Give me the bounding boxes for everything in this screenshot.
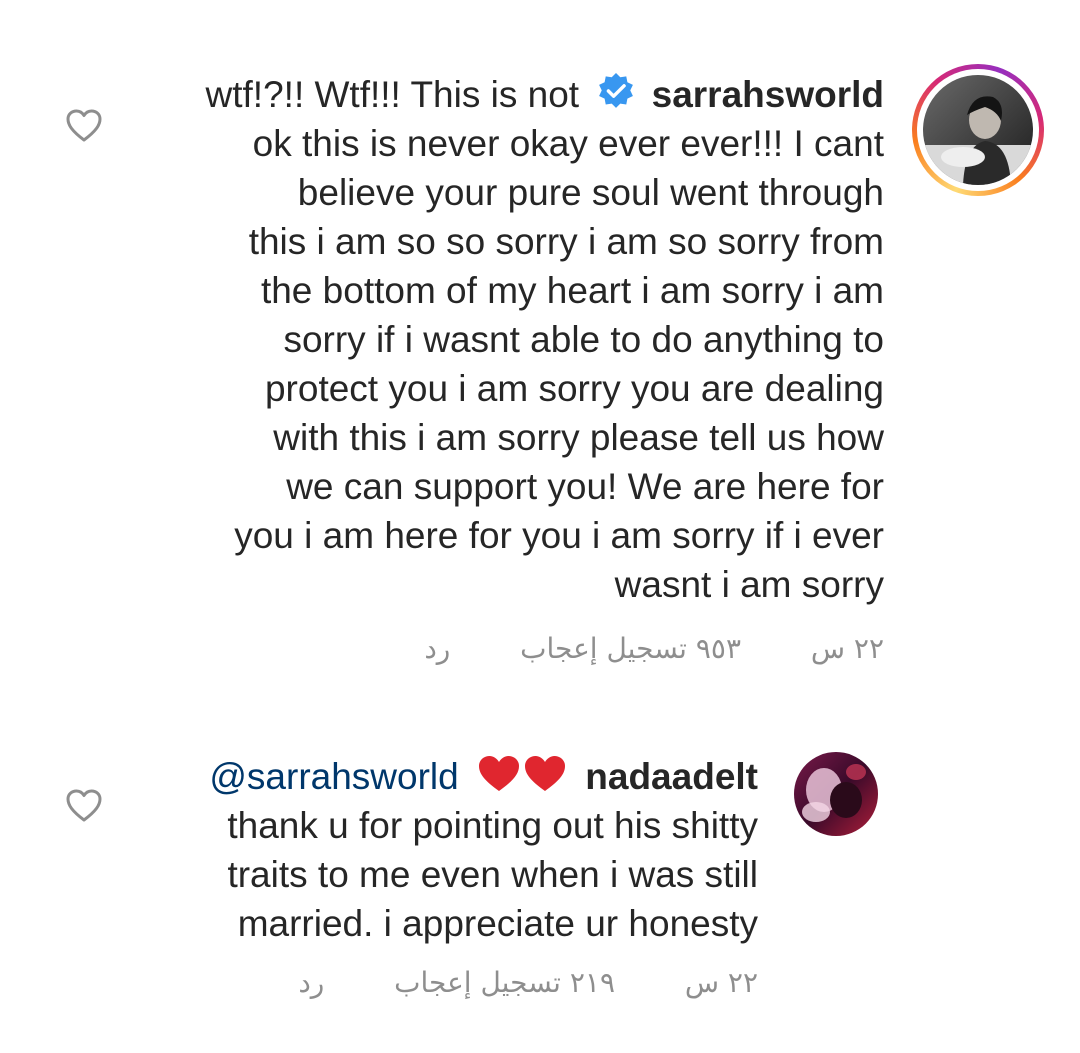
comment-line: traits to me even when i was still xyxy=(227,854,758,895)
comment-line: the bottom of my heart i am sorry i am xyxy=(260,270,884,311)
heart-outline-icon[interactable] xyxy=(64,106,104,146)
username[interactable]: sarrahsworld xyxy=(652,74,884,115)
comment-line: sorry if i wasnt able to do anything to xyxy=(283,319,884,360)
reply-button[interactable]: رد xyxy=(298,966,324,999)
red-heart-emoji-icon xyxy=(479,756,565,791)
comment-meta: ٢٢ س ٩٥٣ تسجيل إعجاب رد xyxy=(424,632,884,665)
likes-count[interactable]: ٢١٩ تسجيل إعجاب xyxy=(394,966,615,999)
reply-button[interactable]: رد xyxy=(424,632,450,665)
comment-line: wtf!?!! Wtf!!! This is not sarrahsworld xyxy=(84,70,884,119)
comment-line: ok this is never okay ever ever!!! I can… xyxy=(252,123,884,164)
timestamp[interactable]: ٢٢ س xyxy=(811,632,884,665)
comment-line: believe your pure soul went through xyxy=(297,172,884,213)
comment-line: @sarrahsworld nadaadelt xyxy=(58,752,758,801)
comment-line: you i am here for you i am sorry if i ev… xyxy=(234,515,884,556)
likes-count[interactable]: ٩٥٣ تسجيل إعجاب xyxy=(520,632,741,665)
comment-text: @sarrahsworld nadaadelt thank u for poin… xyxy=(58,752,758,948)
heart-outline-icon[interactable] xyxy=(64,786,104,826)
comment-line: wasnt i am sorry xyxy=(614,564,884,605)
comment-line: we can support you! We are here for xyxy=(286,466,884,507)
profile-photo xyxy=(923,75,1033,185)
username[interactable]: nadaadelt xyxy=(585,756,758,797)
comment-line: thank u for pointing out his shitty xyxy=(227,805,758,846)
story-ring[interactable] xyxy=(912,64,1044,196)
comment-line: this i am so so sorry i am so sorry from xyxy=(248,221,884,262)
avatar[interactable] xyxy=(923,75,1033,185)
comment-line: protect you i am sorry you are dealing xyxy=(264,368,884,409)
timestamp[interactable]: ٢٢ س xyxy=(685,966,758,999)
comment-text-first-line: wtf!?!! Wtf!!! This is not xyxy=(205,74,580,115)
comment-text: wtf!?!! Wtf!!! This is not sarrahsworld … xyxy=(84,70,884,609)
mention-link[interactable]: @sarrahsworld xyxy=(209,756,458,797)
profile-photo xyxy=(794,752,878,836)
verified-badge-icon xyxy=(599,72,634,108)
comment-meta: ٢٢ س ٢١٩ تسجيل إعجاب رد xyxy=(298,966,758,999)
comment-line: married. i appreciate ur honesty xyxy=(237,903,758,944)
avatar[interactable] xyxy=(794,752,878,836)
comment-line: with this i am sorry please tell us how xyxy=(273,417,884,458)
